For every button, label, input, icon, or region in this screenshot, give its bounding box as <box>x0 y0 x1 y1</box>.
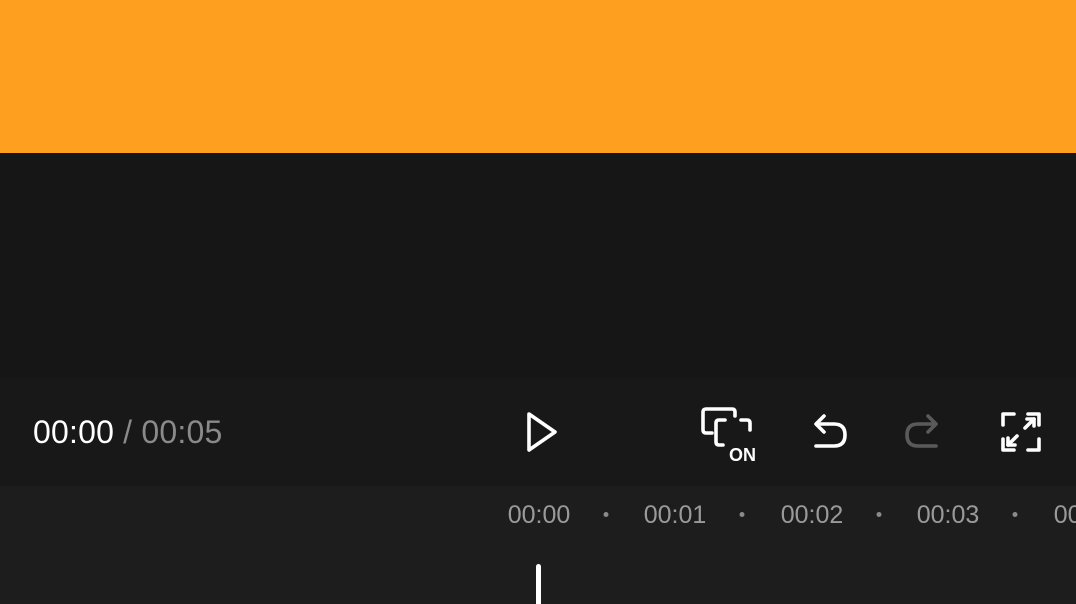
undo-button[interactable] <box>800 404 856 460</box>
fullscreen-icon <box>1001 412 1041 452</box>
time-separator: / <box>123 414 133 450</box>
picture-in-picture-on-icon: ON <box>701 407 756 465</box>
video-editor: 00:00 / 00:05 ON 00:00 00:01 00:02 00:03… <box>0 0 1076 604</box>
time-display: 00:00 / 00:05 <box>33 412 222 452</box>
redo-icon <box>905 414 938 448</box>
current-time: 00:00 <box>33 414 115 450</box>
picture-in-picture-button[interactable]: ON <box>698 400 770 466</box>
preview-canvas <box>0 153 1076 378</box>
undo-icon <box>814 414 847 448</box>
video-preview-frame[interactable] <box>0 0 1076 153</box>
ruler-label: 00:00 <box>507 501 571 529</box>
ruler-tick-dot <box>603 512 609 517</box>
pip-on-badge: ON <box>729 445 756 465</box>
timeline[interactable]: 00:00 00:01 00:02 00:03 00:04 <box>0 486 1076 604</box>
redo-button[interactable] <box>896 404 952 460</box>
ruler-label: 00:03 <box>916 501 980 529</box>
ruler-label: 00:02 <box>780 501 844 529</box>
ruler-label: 00:01 <box>643 501 707 529</box>
ruler-label: 00:04 <box>1053 501 1076 529</box>
fullscreen-button[interactable] <box>993 404 1049 460</box>
ruler-tick-dot <box>876 512 882 517</box>
total-time: 00:05 <box>141 414 223 450</box>
play-icon <box>527 412 557 452</box>
playhead[interactable] <box>536 564 541 604</box>
ruler-tick-dot <box>739 512 745 517</box>
play-button[interactable] <box>512 404 568 460</box>
ruler-tick-dot <box>1012 512 1018 517</box>
